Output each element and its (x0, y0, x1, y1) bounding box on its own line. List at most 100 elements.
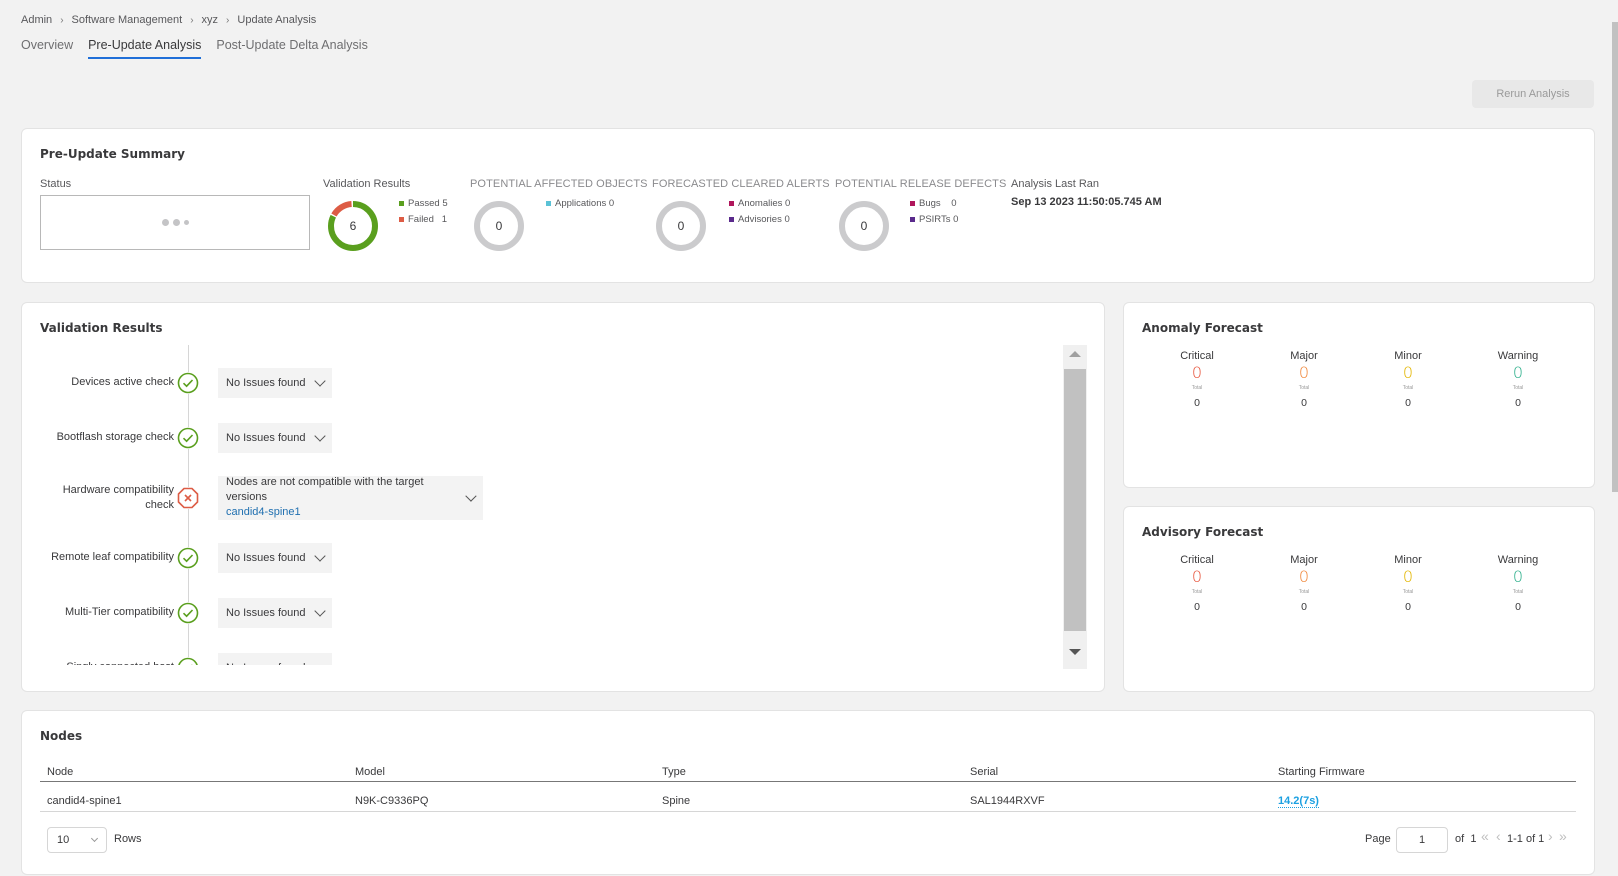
total-count: 0 (1405, 601, 1411, 613)
total-count: 0 (1194, 601, 1200, 613)
table-cell: Spine (662, 795, 691, 807)
validation-result-dropdown[interactable]: Nodes are not compatible with the target… (218, 475, 483, 520)
forecast-minor: Minor 0 Total 0 (1368, 350, 1448, 409)
forecast-minor: Minor 0 Total 0 (1368, 554, 1448, 613)
scrollbar[interactable] (1063, 345, 1087, 669)
column-header[interactable]: Node (47, 766, 73, 778)
node-link[interactable]: candid4-spine1 (226, 506, 301, 518)
severity-count[interactable]: 0 (1368, 363, 1448, 382)
advisory-forecast-card: Advisory Forecast Critical 0 Total 0 Major 0 T… (1123, 506, 1595, 692)
breadcrumb: Admin › Software Management › xyz › Upda… (21, 14, 316, 26)
first-page-icon[interactable]: « (1481, 828, 1489, 844)
release-defects-total: 0 (860, 219, 868, 233)
severity-count[interactable]: 0 (1264, 363, 1344, 382)
severity-label: Warning (1497, 554, 1539, 566)
severity-count[interactable]: 0 (1478, 567, 1558, 586)
page-label: Page (1365, 833, 1391, 845)
column-header[interactable]: Serial (970, 766, 998, 778)
legend-swatch (399, 200, 404, 206)
total-caption: Total (1298, 589, 1310, 595)
column-header[interactable]: Model (355, 766, 385, 778)
validation-row: Bootflash storage check No Issues found (22, 410, 1062, 465)
analysis-last-ran-value: Sep 13 2023 11:50:05.745 AM (1011, 196, 1162, 208)
validation-results-label: Validation Results (323, 178, 411, 190)
scroll-down-icon[interactable] (1069, 649, 1081, 655)
total-caption: Total (1191, 385, 1203, 391)
rows-per-page-select[interactable]: 10 (47, 827, 107, 853)
severity-count[interactable]: 0 (1157, 567, 1237, 586)
legend-swatch (546, 200, 551, 206)
card-title: Nodes (40, 729, 83, 743)
total-count: 0 (1301, 601, 1307, 613)
validation-check-label: Remote leaf compatibility (51, 550, 174, 563)
check-circle-icon (177, 656, 199, 665)
total-caption: Total (1402, 589, 1414, 595)
validation-result-dropdown[interactable]: No Issues found (218, 597, 332, 628)
column-header[interactable]: Type (662, 766, 686, 778)
severity-count[interactable]: 0 (1368, 567, 1448, 586)
total-count: 0 (1515, 601, 1521, 613)
legend-swatch (910, 216, 915, 222)
status-label: Status (40, 178, 72, 190)
severity-label: Critical (1180, 554, 1214, 566)
validation-result-dropdown[interactable]: No Issues found (218, 367, 332, 398)
breadcrumb-software-management[interactable]: Software Management (72, 14, 183, 26)
breadcrumb-xyz[interactable]: xyz (202, 14, 219, 26)
prev-page-icon[interactable]: ‹ (1496, 828, 1501, 844)
validation-check-label: Hardware compatibility check (62, 483, 174, 511)
total-count: 0 (1515, 397, 1521, 409)
chevron-down-icon (313, 604, 326, 617)
forecast-warning: Warning 0 Total 0 (1478, 554, 1558, 613)
validation-result-dropdown[interactable]: No Issues found (218, 422, 332, 453)
firmware-link[interactable]: 14.2(7s) (1278, 795, 1319, 808)
analysis-last-ran-label: Analysis Last Ran (1011, 178, 1100, 190)
validation-result-dropdown[interactable]: No Issues found (218, 652, 332, 666)
loading-dot (183, 220, 189, 225)
scroll-up-icon[interactable] (1069, 351, 1081, 357)
severity-label: Warning (1497, 350, 1539, 362)
validation-list: Devices active check No Issues found Bootf… (22, 345, 1062, 665)
breadcrumb-admin[interactable]: Admin (21, 14, 52, 26)
chevron-right-icon: › (190, 14, 194, 26)
chevron-down-icon (465, 489, 477, 502)
affected-legend: Applications 0 (546, 196, 614, 212)
page-scrollbar[interactable] (1612, 22, 1618, 492)
rerun-analysis-button[interactable]: Rerun Analysis (1472, 80, 1594, 108)
tab-pre-update-analysis[interactable]: Pre-Update Analysis (88, 38, 202, 59)
rows-per-page-value: 10 (57, 834, 70, 846)
pre-update-summary-card: Pre-Update Summary Status Validation Res… (21, 128, 1595, 283)
severity-label: Minor (1394, 554, 1422, 566)
legend-swatch (729, 216, 734, 222)
nodes-card: Nodes Node Model Type Serial Starting Firmwa… (21, 710, 1595, 875)
total-caption: Total (1512, 589, 1524, 595)
affected-objects-total: 0 (495, 219, 503, 233)
validation-row: Remote leaf compatibility No Issues found (22, 530, 1062, 585)
page-input[interactable] (1396, 827, 1448, 853)
card-title: Validation Results (40, 321, 163, 335)
last-page-icon[interactable]: » (1559, 828, 1567, 844)
next-page-icon[interactable]: › (1548, 828, 1553, 844)
breadcrumb-update-analysis: Update Analysis (237, 14, 317, 26)
severity-count[interactable]: 0 (1157, 363, 1237, 382)
tab-overview[interactable]: Overview (21, 38, 73, 59)
validation-result-text: No Issues found (226, 662, 306, 666)
chevron-down-icon (313, 429, 326, 442)
cleared-alerts-total: 0 (677, 219, 685, 233)
severity-count[interactable]: 0 (1478, 363, 1558, 382)
page-of-label: of 1 (1455, 833, 1477, 845)
tab-post-update-delta-analysis[interactable]: Post-Update Delta Analysis (216, 38, 367, 59)
check-circle-icon (177, 371, 199, 394)
chevron-down-icon (313, 659, 326, 665)
scrollbar-thumb[interactable] (1064, 369, 1086, 631)
legend-swatch (399, 216, 404, 222)
severity-label: Major (1290, 554, 1318, 566)
forecast-critical: Critical 0 Total 0 (1157, 554, 1237, 613)
forecast-critical: Critical 0 Total 0 (1157, 350, 1237, 409)
validation-check-label: Singly connected host (44, 660, 174, 666)
severity-count[interactable]: 0 (1264, 567, 1344, 586)
forecast-major: Major 0 Total 0 (1264, 350, 1344, 409)
column-header[interactable]: Starting Firmware (1278, 766, 1365, 778)
forecast-warning: Warning 0 Total 0 (1478, 350, 1558, 409)
validation-result-dropdown[interactable]: No Issues found (218, 542, 332, 573)
total-count: 0 (1194, 397, 1200, 409)
